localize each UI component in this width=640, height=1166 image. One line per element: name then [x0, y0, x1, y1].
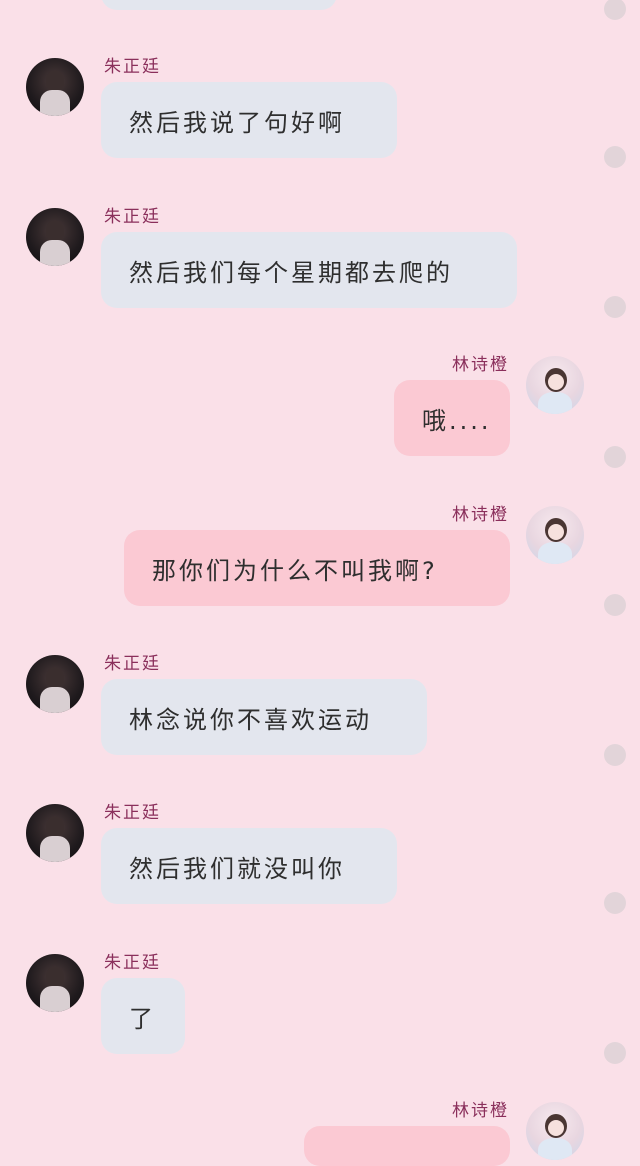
message-bubble[interactable]: 哦.... [394, 380, 510, 456]
avatar-silhouette [46, 966, 64, 988]
sender-name: 朱正廷 [104, 953, 161, 973]
avatar[interactable] [526, 506, 584, 564]
avatar-silhouette [40, 240, 70, 266]
sender-name: 朱正廷 [104, 803, 161, 823]
avatar-silhouette [548, 524, 564, 540]
read-status-dot [604, 446, 626, 468]
avatar[interactable] [26, 58, 84, 116]
avatar-silhouette [40, 90, 70, 116]
avatar-silhouette [538, 1138, 572, 1160]
message-bubble[interactable]: 然后我们每个星期都去爬的 [101, 232, 517, 308]
message-bubble[interactable]: 那你们为什么不叫我啊? [124, 530, 510, 606]
sender-name: 朱正廷 [104, 207, 161, 227]
sender-name: 林诗橙 [452, 355, 509, 375]
avatar[interactable] [526, 1102, 584, 1160]
avatar-silhouette [548, 1120, 564, 1136]
read-status-dot [604, 594, 626, 616]
avatar-silhouette [46, 70, 64, 92]
avatar[interactable] [526, 356, 584, 414]
avatar[interactable] [26, 208, 84, 266]
avatar-silhouette [40, 836, 70, 862]
avatar-silhouette [40, 687, 70, 713]
read-status-dot [604, 146, 626, 168]
sender-name: 林诗橙 [452, 1101, 509, 1121]
message-bubble[interactable] [304, 1126, 510, 1166]
read-status-dot [604, 892, 626, 914]
avatar-silhouette [46, 667, 64, 689]
partial-message-bubble[interactable] [101, 0, 337, 10]
sender-name: 朱正廷 [104, 654, 161, 674]
message-bubble[interactable]: 林念说你不喜欢运动 [101, 679, 427, 755]
chat-thread[interactable]: 朱正廷 然后我说了句好啊 朱正廷 然后我们每个星期都去爬的 林诗橙 哦.... … [0, 0, 640, 1166]
avatar-silhouette [40, 986, 70, 1012]
avatar[interactable] [26, 655, 84, 713]
avatar-silhouette [538, 542, 572, 564]
read-status-dot [604, 296, 626, 318]
read-status-dot [604, 1042, 626, 1064]
avatar-silhouette [46, 220, 64, 242]
sender-name: 林诗橙 [452, 505, 509, 525]
message-bubble[interactable]: 然后我说了句好啊 [101, 82, 397, 158]
avatar-silhouette [548, 374, 564, 390]
avatar[interactable] [26, 954, 84, 1012]
read-status-dot [604, 744, 626, 766]
message-bubble[interactable]: 然后我们就没叫你 [101, 828, 397, 904]
avatar-silhouette [538, 392, 572, 414]
sender-name: 朱正廷 [104, 57, 161, 77]
avatar-silhouette [46, 816, 64, 838]
message-bubble[interactable]: 了 [101, 978, 185, 1054]
read-status-dot [604, 0, 626, 20]
avatar[interactable] [26, 804, 84, 862]
